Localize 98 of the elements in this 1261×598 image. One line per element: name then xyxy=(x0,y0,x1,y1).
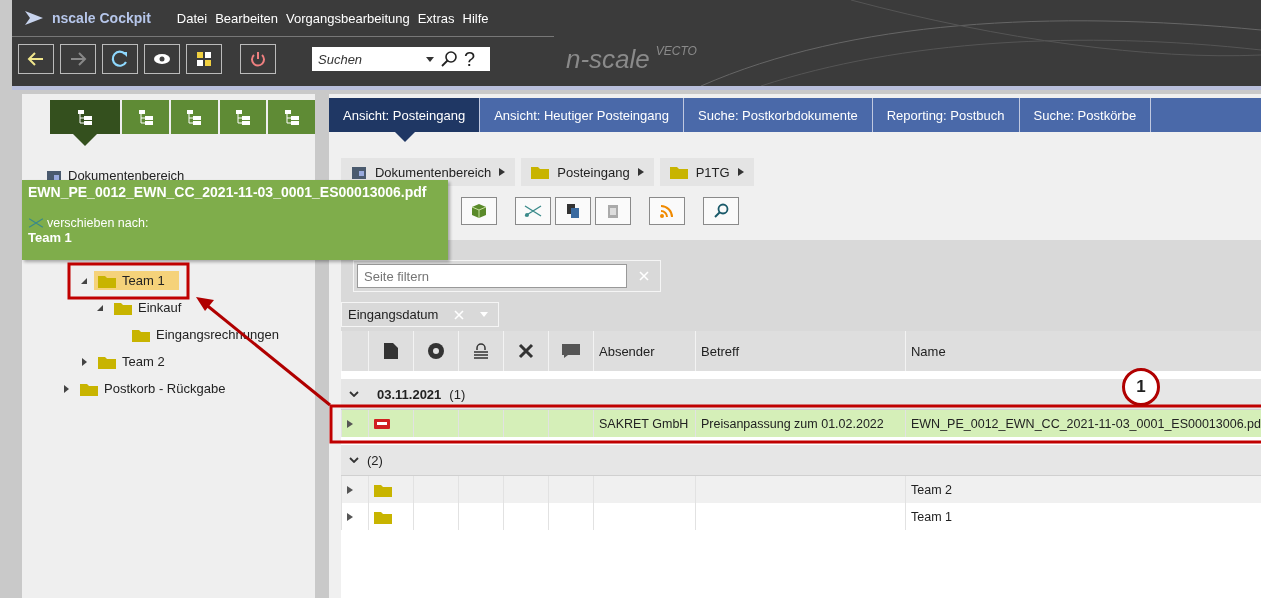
collapse-chevron-icon[interactable] xyxy=(349,457,359,463)
view-tab[interactable]: Ansicht: Posteingang xyxy=(329,98,481,132)
target-name: Team 1 xyxy=(28,230,73,245)
action-text: verschieben nach: xyxy=(47,216,149,230)
power-button[interactable] xyxy=(240,44,276,74)
expanded-arrow-icon[interactable] xyxy=(96,303,104,312)
table-row[interactable]: Team 2 xyxy=(341,476,1261,503)
pdf-file-icon xyxy=(374,417,390,430)
search-button[interactable] xyxy=(703,197,739,225)
lock-icon xyxy=(473,343,489,359)
menu-item[interactable]: Extras xyxy=(417,10,455,26)
menu-item[interactable]: Hilfe xyxy=(462,10,489,26)
logo-wordmark: n-scale xyxy=(566,43,650,75)
breadcrumb-label: Dokumentenbereich xyxy=(375,164,492,180)
tab-pointer xyxy=(73,134,98,146)
group-count: (2) xyxy=(367,452,383,468)
refresh-button[interactable] xyxy=(102,44,138,74)
disc-icon xyxy=(428,343,444,359)
chevron-right-icon[interactable] xyxy=(637,168,644,176)
column-header[interactable]: Betreff xyxy=(701,343,740,359)
expand-arrow-icon[interactable] xyxy=(347,485,353,494)
expand-arrow-icon[interactable] xyxy=(347,419,353,428)
table-cell: Team 2 xyxy=(911,482,952,497)
folder-icon xyxy=(374,482,392,497)
search-icon[interactable] xyxy=(440,50,458,68)
scissors-icon xyxy=(524,204,542,218)
menu-item[interactable]: Datei xyxy=(176,10,208,26)
folder-icon xyxy=(374,509,392,524)
group-date: 03.11.2021 xyxy=(377,386,442,402)
rss-button[interactable] xyxy=(649,197,685,225)
tiles-icon xyxy=(194,49,214,69)
collapsed-arrow-icon[interactable] xyxy=(62,384,70,393)
table-row[interactable]: Team 1 xyxy=(341,503,1261,530)
dropdown-caret-icon[interactable] xyxy=(426,56,434,62)
breadcrumb-label: P1TG xyxy=(695,164,730,180)
label-icon xyxy=(562,344,580,358)
folder-icon xyxy=(98,273,116,288)
clipboard-icon xyxy=(605,203,621,219)
back-button[interactable] xyxy=(18,44,54,74)
table-row[interactable]: SAKRET GmbH Preisanpassung zum 01.02.2022 EWN_PE_0012_EWN_CC_2021-11-03_0001_ES00013006.pd xyxy=(341,410,1261,437)
cube-icon xyxy=(471,203,487,219)
tree-item[interactable]: Postkorb - Rückgabe xyxy=(76,379,230,398)
navigation-tab[interactable] xyxy=(122,100,169,134)
power-icon xyxy=(248,49,268,69)
cube-button[interactable] xyxy=(461,197,497,225)
folder-icon xyxy=(531,165,550,179)
folder-icon xyxy=(132,327,150,342)
tree-item[interactable]: Einkauf xyxy=(110,298,186,317)
chevron-right-icon[interactable] xyxy=(499,168,506,176)
collapsed-arrow-icon[interactable] xyxy=(80,357,88,366)
collapse-chevron-icon[interactable] xyxy=(349,391,359,397)
expand-arrow-icon[interactable] xyxy=(347,512,353,521)
chevron-right-icon[interactable] xyxy=(737,168,744,176)
table-cell: Team 1 xyxy=(911,509,952,524)
arrow-logo-icon xyxy=(24,10,44,26)
tree-item[interactable]: Team 2 xyxy=(94,352,169,371)
filter-field[interactable]: Seite filtern xyxy=(357,264,627,288)
column-header[interactable]: Absender xyxy=(599,343,655,359)
hierarchy-icon xyxy=(233,107,253,127)
breadcrumb-item[interactable]: P1TG xyxy=(659,158,754,186)
breadcrumb-item[interactable]: Posteingang xyxy=(521,158,654,186)
breadcrumb-label: Posteingang xyxy=(557,164,630,180)
table-cell: SAKRET GmbH xyxy=(599,416,689,431)
document-icon xyxy=(384,343,398,359)
x-icon xyxy=(518,343,534,359)
modules-button[interactable] xyxy=(186,44,222,74)
navigation-tab[interactable] xyxy=(170,100,218,134)
table-cell: EWN_PE_0012_EWN_CC_2021-11-03_0001_ES00013006.pd xyxy=(911,416,1261,431)
menu-item[interactable]: Bearbeiten xyxy=(215,10,279,26)
copy-button[interactable] xyxy=(555,197,591,225)
table-cell: Preisanpassung zum 01.02.2022 xyxy=(701,416,884,431)
folder-icon xyxy=(80,381,98,396)
navigation-tab[interactable] xyxy=(268,100,316,134)
expanded-arrow-icon[interactable] xyxy=(80,276,88,285)
rss-icon xyxy=(659,203,675,219)
folder-icon xyxy=(114,300,132,315)
grouping-label: Eingangsdatum xyxy=(348,307,439,322)
folder-icon xyxy=(98,354,116,369)
group-count: (1) xyxy=(449,386,466,402)
app-title: nscale Cockpit xyxy=(52,10,151,26)
file-name: EWN_PE_0012_EWN_CC_2021-11-03_0001_ES00013006.pdf xyxy=(28,184,428,200)
column-header[interactable]: Name xyxy=(911,343,946,359)
navigation-tab[interactable] xyxy=(50,100,121,134)
forward-button[interactable] xyxy=(60,44,96,74)
tree-item[interactable]: Team 1 xyxy=(94,271,179,290)
help-button[interactable]: ? xyxy=(464,47,476,71)
eye-button[interactable] xyxy=(144,44,180,74)
logo-suffix: VECTO xyxy=(655,43,697,58)
copy-icon xyxy=(565,203,581,219)
cabinet-icon xyxy=(351,164,367,180)
navigation-tab[interactable] xyxy=(219,100,267,134)
tree-item[interactable]: Dokumentenbereich xyxy=(68,168,185,183)
scissors-icon xyxy=(28,217,44,229)
menu-item[interactable]: Vorgangsbearbeitung xyxy=(286,10,410,26)
refresh-icon xyxy=(110,49,130,69)
search-icon xyxy=(713,203,729,219)
search-field[interactable]: Suchen ? xyxy=(312,47,490,71)
folder-icon xyxy=(669,165,688,179)
